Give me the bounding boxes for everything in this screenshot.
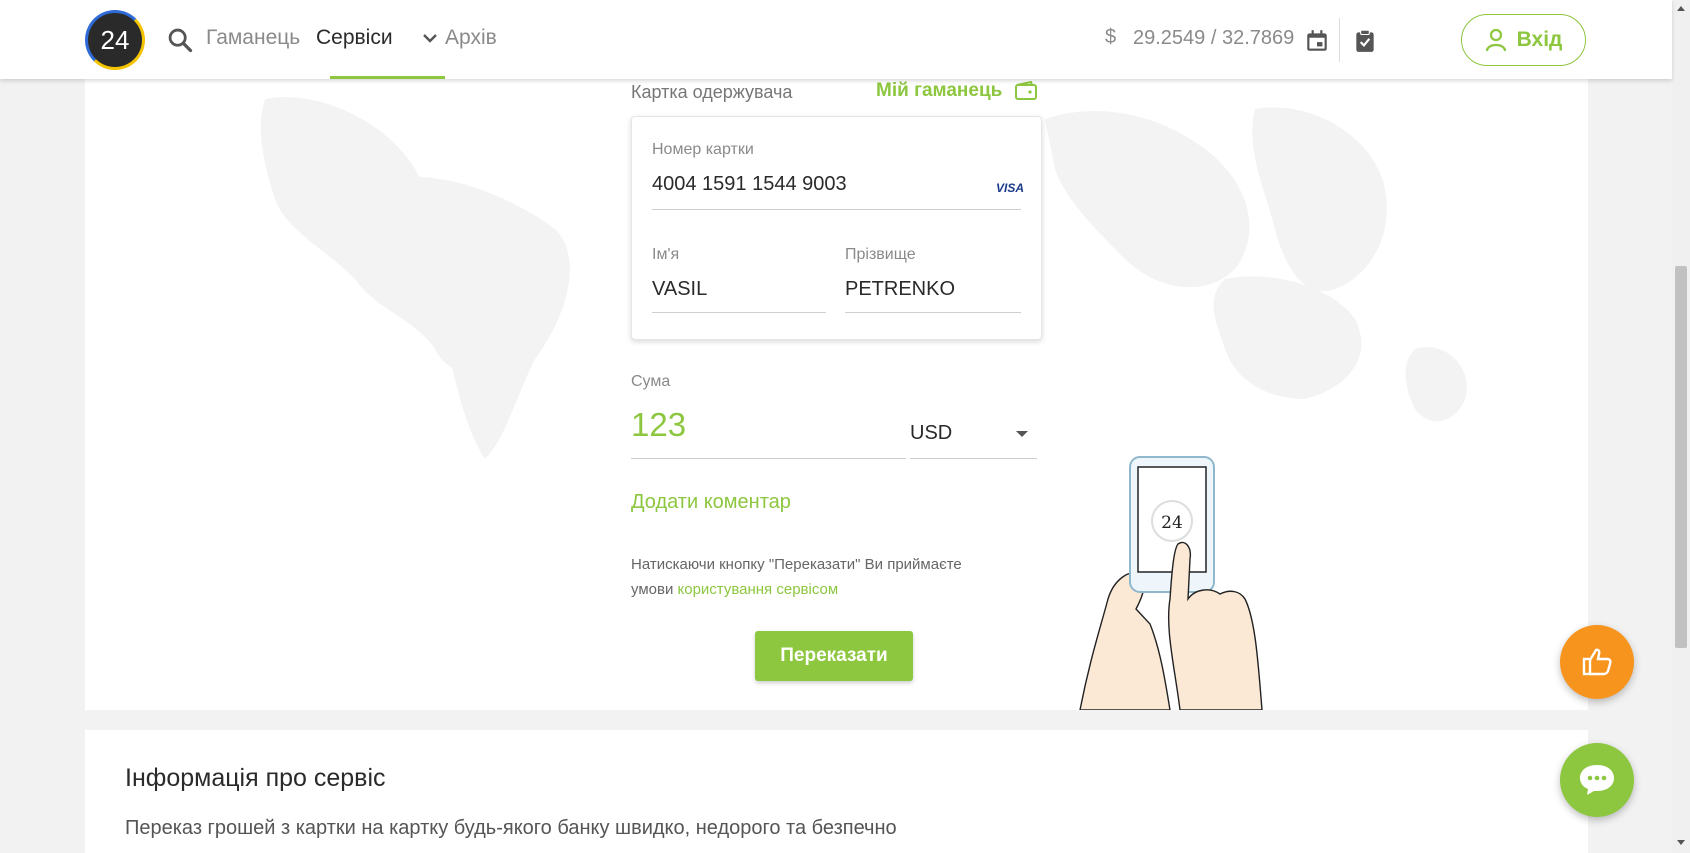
- service-info-section: Інформація про сервіс Переказ грошей з к…: [85, 730, 1588, 853]
- logo-text: 24: [100, 24, 130, 55]
- chat-bubble-icon: [1580, 765, 1614, 795]
- chevron-down-icon[interactable]: [420, 28, 440, 48]
- currency-underline: [910, 458, 1037, 459]
- card-details-box: Номер картки 4004 1591 1544 9003 VISA Ім…: [631, 116, 1042, 340]
- terms-text: Натискаючи кнопку "Переказати" Ви прийма…: [631, 552, 991, 602]
- scroll-up-icon[interactable]: [1677, 6, 1685, 11]
- info-text: Переказ грошей з картки на картку будь-я…: [125, 817, 897, 839]
- card-number-input[interactable]: 4004 1591 1544 9003: [652, 173, 847, 196]
- last-name-input[interactable]: PETRENKO: [845, 278, 955, 301]
- logo[interactable]: 24: [85, 10, 145, 70]
- info-title: Інформація про сервіс: [125, 764, 386, 792]
- sum-label: Сума: [631, 373, 671, 390]
- card-number-underline: [652, 209, 1021, 210]
- scroll-thumb[interactable]: [1675, 266, 1687, 648]
- first-name-label: Ім'я: [652, 246, 680, 263]
- first-name-underline: [652, 312, 826, 313]
- nav-wallet[interactable]: Гаманець: [206, 26, 300, 50]
- visa-logo: VISA: [996, 181, 1025, 195]
- top-header: 24 Гаманець Сервіси Архів $ 29.2549 / 32…: [0, 0, 1672, 79]
- my-wallet-link[interactable]: Мій гаманець: [876, 80, 1038, 102]
- exchange-rate: 29.2549 / 32.7869: [1133, 27, 1295, 49]
- scroll-down-icon[interactable]: [1677, 840, 1685, 845]
- user-icon: [1485, 28, 1506, 52]
- thumbs-up-icon: [1582, 648, 1612, 676]
- page-scrollbar[interactable]: [1672, 0, 1690, 853]
- sum-input[interactable]: 123: [631, 406, 686, 444]
- terms-link[interactable]: користування сервісом: [678, 581, 839, 598]
- last-name-label: Прізвище: [845, 246, 916, 263]
- add-comment-link[interactable]: Додати коментар: [631, 491, 791, 514]
- sum-underline: [631, 458, 906, 459]
- login-label: Вхід: [1516, 28, 1563, 51]
- phone-logo-text: 24: [1161, 513, 1183, 533]
- header-divider: [1339, 18, 1340, 62]
- transfer-button[interactable]: Переказати: [755, 631, 913, 681]
- dropdown-arrow-icon[interactable]: [1016, 431, 1028, 437]
- wallet-icon: [1015, 81, 1038, 100]
- clipboard-check-icon[interactable]: [1352, 28, 1378, 54]
- calendar-icon[interactable]: [1304, 28, 1330, 54]
- nav-services[interactable]: Сервіси: [316, 26, 393, 50]
- last-name-underline: [845, 312, 1021, 313]
- phone-hands-illustration: 24: [1079, 456, 1263, 710]
- search-icon[interactable]: [166, 26, 194, 54]
- dollar-icon: $: [1105, 26, 1117, 48]
- card-number-label: Номер картки: [652, 141, 754, 158]
- currency-select[interactable]: USD: [910, 422, 952, 445]
- first-name-input[interactable]: VASIL: [652, 278, 707, 301]
- recipient-label: Картка одержувача: [631, 82, 793, 102]
- active-tab-indicator: [330, 76, 445, 79]
- feedback-button[interactable]: [1560, 625, 1634, 699]
- transfer-card: Картка одержувача Мій гаманець Номер кар…: [85, 79, 1588, 710]
- nav-archive[interactable]: Архів: [445, 26, 497, 50]
- login-button[interactable]: Вхід: [1461, 14, 1586, 66]
- my-wallet-label: Мій гаманець: [876, 80, 1003, 101]
- chat-button[interactable]: [1560, 743, 1634, 817]
